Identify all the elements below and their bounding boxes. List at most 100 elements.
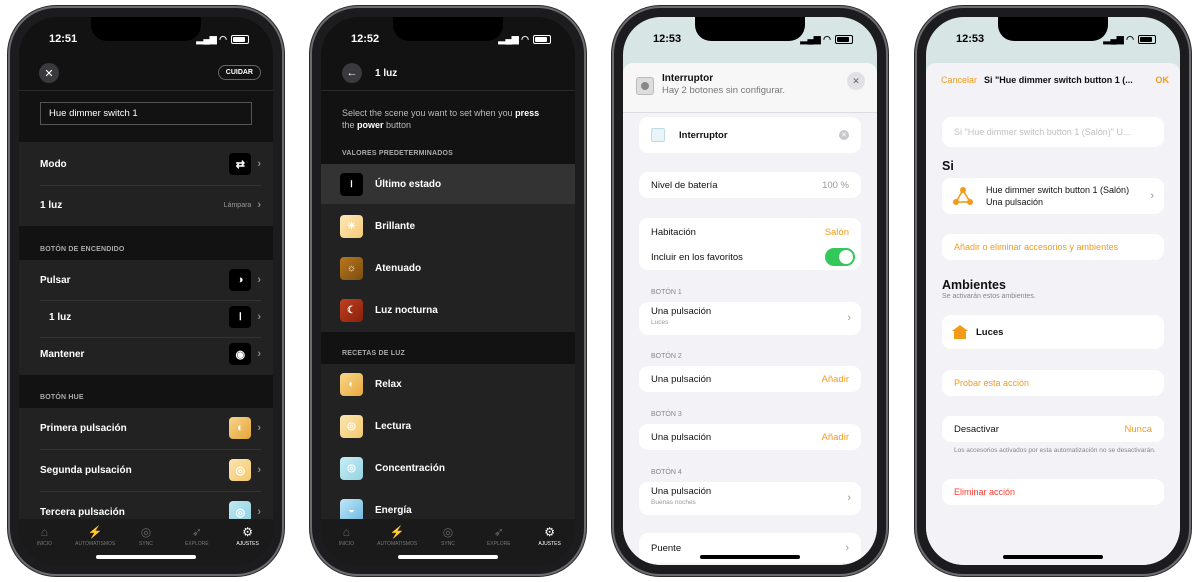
- gear-icon: ⚙: [242, 525, 253, 539]
- sub-light-row[interactable]: 1 luz ⏽ ›: [19, 303, 273, 331]
- house-icon: [952, 325, 968, 339]
- name-field[interactable]: Interruptor ✕: [639, 117, 861, 153]
- close-button[interactable]: ✕: [39, 63, 59, 83]
- add-remove-row[interactable]: Añadir o eliminar accesorios y ambientes: [942, 234, 1164, 260]
- battery-icon: [231, 34, 249, 44]
- bolt-icon: ⚡: [389, 525, 405, 539]
- button-3-row[interactable]: Una pulsación Añadir: [639, 424, 861, 450]
- scene-item-last-state[interactable]: ⏽ Último estado: [321, 164, 575, 204]
- scene-item-relax[interactable]: ◐ Relax: [321, 364, 575, 404]
- scene-item-read[interactable]: ◎ Lectura: [321, 406, 575, 446]
- hold-label: Mantener: [40, 348, 85, 360]
- delete-action-link: Eliminar acción: [954, 487, 1016, 497]
- chevron-right-icon: ›: [257, 422, 261, 434]
- close-icon: ✕: [852, 75, 860, 86]
- tab-home[interactable]: ⌂ INICIO: [326, 525, 366, 565]
- tab-label: AUTOMATISMOS: [377, 541, 418, 547]
- button-1-row[interactable]: Una pulsación Luces ›: [639, 302, 861, 335]
- status-bar: 12:53 ▂▄▆ ◠: [623, 17, 877, 57]
- header-subtitle: Hay 2 botones sin configurar.: [662, 85, 786, 96]
- page-title: 1 luz: [375, 68, 398, 79]
- close-icon: ✕: [44, 67, 54, 80]
- toggle-knob: [839, 250, 853, 264]
- tab-automations[interactable]: ⚡ AUTOMATISMOS: [75, 525, 115, 565]
- button-2-label: BOTÓN 2: [651, 353, 682, 360]
- scene-item-bright[interactable]: ☀ Brillante: [321, 206, 575, 246]
- tab-label: EXPLORE: [184, 541, 209, 547]
- bright-scene-icon: ☀: [340, 214, 363, 238]
- power-icon: ⏽: [229, 306, 252, 328]
- sync-icon: ◎: [140, 525, 152, 539]
- defaults-section-title: VALORES PREDETERMINADOS: [342, 150, 454, 157]
- chevron-right-icon: ›: [847, 492, 851, 504]
- name-value: Interruptor: [679, 129, 728, 141]
- second-press-row[interactable]: Segunda pulsación ◎ ›: [19, 456, 273, 484]
- test-action-link: Probar esta acción: [954, 378, 1030, 388]
- button-4-label: BOTÓN 4: [651, 469, 682, 476]
- light-value: Lámpara: [223, 201, 252, 209]
- status-bar: 12:51 ▂▄▆ ◠: [19, 17, 273, 57]
- scene-item-dimmed[interactable]: ☼ Atenuado: [321, 248, 575, 288]
- scenes-heading: Ambientes: [942, 278, 1006, 292]
- tab-home[interactable]: ⌂ INICIO: [24, 525, 64, 565]
- deactivate-row[interactable]: Desactivar Nunca: [942, 416, 1164, 442]
- tab-settings[interactable]: ⚙ AJUSTES: [530, 525, 570, 565]
- status-time: 12:51: [49, 33, 78, 45]
- chevron-right-icon: ›: [257, 506, 261, 518]
- tab-automations[interactable]: ⚡ AUTOMATISMOS: [377, 525, 417, 565]
- button-2-add[interactable]: Añadir: [822, 374, 849, 385]
- tab-sync[interactable]: ◎ SYNC: [126, 525, 166, 565]
- screen-4: 12:53 ▂▄▆ ◠ Cancelar Si "Hue dimmer switc…: [926, 17, 1180, 565]
- button-3-add[interactable]: Añadir: [822, 432, 849, 443]
- scene-label: Energía: [375, 504, 412, 516]
- first-press-row[interactable]: Primera pulsación ◐ ›: [19, 414, 273, 442]
- arrow-left-icon: ←: [346, 67, 358, 79]
- automation-name-field[interactable]: Si "Hue dimmer switch button 1 (Salón)" …: [942, 117, 1164, 147]
- bolt-icon: ⚡: [87, 525, 103, 539]
- power-icon: ⏽: [340, 172, 363, 196]
- cancel-button[interactable]: Cancelar: [941, 75, 977, 85]
- intro-text: Select the scene you want to set when yo…: [342, 107, 561, 131]
- test-action-row[interactable]: Probar esta acción: [942, 370, 1164, 396]
- tab-settings[interactable]: ⚙ AJUSTES: [228, 525, 268, 565]
- name-field[interactable]: Hue dimmer switch 1: [40, 102, 252, 125]
- tab-label: SYNC: [139, 541, 153, 547]
- back-button[interactable]: ←: [342, 63, 362, 83]
- button-4-sub: Buenas noches: [651, 499, 696, 506]
- tab-explore[interactable]: ➶ EXPLORE: [479, 525, 519, 565]
- press-row[interactable]: Pulsar ◑ ›: [19, 266, 273, 294]
- hue-section-title: BOTÓN HUE: [40, 394, 84, 401]
- scene-label: Luz nocturna: [375, 304, 438, 316]
- intro-c: the: [342, 120, 358, 130]
- ok-button[interactable]: OK: [1156, 75, 1170, 85]
- home-indicator: [96, 555, 196, 559]
- header-title: Interruptor: [662, 73, 714, 84]
- button-2-row[interactable]: Una pulsación Añadir: [639, 366, 861, 392]
- tab-explore[interactable]: ➶ EXPLORE: [177, 525, 217, 565]
- rocket-icon: ➶: [191, 525, 202, 539]
- scene-item-concentrate[interactable]: ◎ Concentración: [321, 448, 575, 488]
- room-row[interactable]: Habitación Salón: [623, 220, 877, 244]
- mode-row[interactable]: Modo ⇄ ›: [19, 150, 273, 178]
- light-row[interactable]: 1 luz Lámpara ›: [19, 192, 273, 218]
- status-icons: ▂▄▆ ◠: [498, 34, 551, 45]
- close-button[interactable]: ✕: [847, 72, 865, 90]
- button-4-row[interactable]: Una pulsación Buenas noches ›: [639, 482, 861, 515]
- chevron-right-icon: ›: [257, 348, 261, 360]
- deactivate-label: Desactivar: [954, 423, 999, 435]
- divider: [40, 337, 261, 338]
- scene-item-nightlight[interactable]: ☾ Luz nocturna: [321, 290, 575, 330]
- save-button[interactable]: CUIDAR: [217, 65, 261, 80]
- tab-label: INICIO: [36, 541, 53, 547]
- favorites-row: Incluir en los favoritos: [623, 245, 877, 269]
- phone-4: 12:53 ▂▄▆ ◠ Cancelar Si "Hue dimmer switc…: [917, 8, 1189, 574]
- sync-icon: ◎: [442, 525, 454, 539]
- trigger-row[interactable]: Hue dimmer switch button 1 (Salón) Una pu…: [942, 178, 1164, 214]
- delete-action-row[interactable]: Eliminar acción: [942, 479, 1164, 505]
- recipes-section-title: RECETAS DE LUZ: [342, 350, 405, 357]
- tab-sync[interactable]: ◎ SYNC: [428, 525, 468, 565]
- automation-name-placeholder: Si "Hue dimmer switch button 1 (Salón)" …: [954, 127, 1131, 137]
- hold-row[interactable]: Mantener ◉ ›: [19, 340, 273, 368]
- scene-row-luces[interactable]: Luces: [942, 315, 1164, 349]
- favorites-toggle[interactable]: [825, 248, 855, 266]
